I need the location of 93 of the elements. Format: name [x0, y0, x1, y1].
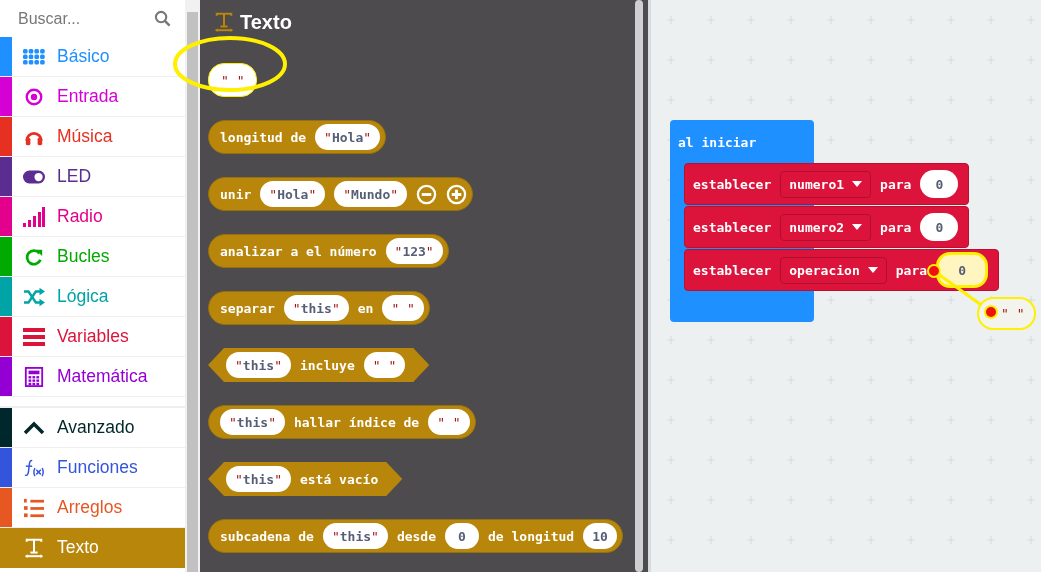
target-icon — [23, 86, 45, 107]
category-label: Avanzado — [57, 417, 135, 438]
category-item[interactable]: LED — [0, 157, 185, 197]
block-label: establecer — [693, 262, 772, 278]
plus-icon[interactable] — [446, 183, 468, 205]
category-item[interactable]: Música — [0, 117, 185, 157]
string-field[interactable]: " " — [977, 297, 1037, 330]
category-label: Bucles — [57, 246, 110, 267]
category-item[interactable]: Radio — [0, 197, 185, 237]
string-field[interactable]: "123" — [385, 238, 443, 264]
category-item[interactable]: Variables — [0, 317, 185, 357]
category-label: Arreglos — [57, 497, 123, 518]
block-label: desde — [396, 528, 437, 544]
scrollbar[interactable] — [635, 0, 643, 572]
refresh-icon — [23, 246, 45, 267]
category-label: Funciones — [57, 457, 138, 478]
minus-icon[interactable] — [416, 183, 438, 205]
block-label: hallar índice de — [293, 414, 420, 430]
category-item[interactable]: Avanzado — [0, 408, 185, 448]
block-label: longitud de — [220, 129, 307, 145]
scrollbar[interactable] — [185, 0, 200, 572]
block-label: de longitud — [488, 528, 575, 544]
code-block[interactable]: "this" incluye " " — [208, 348, 430, 382]
caret-icon — [852, 181, 863, 187]
string-field[interactable]: "this" — [283, 295, 349, 321]
connection-dot — [927, 264, 941, 278]
text-icon — [23, 537, 45, 558]
number-field[interactable]: 0 — [445, 523, 480, 549]
number-field[interactable]: 0 — [920, 213, 959, 241]
block-label: al iniciar — [678, 135, 757, 150]
block-label: analizar a el número — [220, 243, 377, 259]
string-field[interactable]: " " — [428, 409, 470, 435]
function-icon — [23, 457, 45, 478]
string-field[interactable]: "this" — [322, 523, 388, 549]
category-label: Básico — [57, 46, 110, 67]
string-field[interactable]: "Hola" — [260, 181, 326, 207]
variable-dropdown[interactable]: operacion — [780, 256, 887, 284]
code-block[interactable]: separar "this" en " " — [208, 291, 430, 325]
string-field[interactable]: " " — [363, 352, 406, 378]
string-field[interactable]: "this" — [226, 466, 291, 492]
search-field[interactable]: Buscar... — [18, 9, 138, 28]
code-block[interactable]: establecer numero1 para 0 — [684, 163, 970, 205]
category-label: Variables — [57, 326, 129, 347]
shuffle-icon — [23, 286, 45, 307]
block-label: establecer — [693, 176, 772, 192]
block-label: separar — [220, 300, 275, 316]
number-field[interactable]: 0 — [936, 252, 989, 288]
block-label: incluye — [299, 357, 355, 373]
flyout-title: Texto — [240, 10, 292, 34]
code-block[interactable]: "this" hallar índice de " " — [208, 405, 476, 439]
string-field[interactable]: "this" — [220, 409, 285, 435]
variable-dropdown[interactable]: numero2 — [780, 213, 872, 241]
numbered-list-icon — [23, 497, 45, 518]
string-field[interactable]: "Hola" — [315, 124, 381, 150]
code-block[interactable]: establecer operacion para 0 — [684, 249, 1000, 291]
variable-dropdown[interactable]: numero1 — [780, 170, 872, 198]
block-label: en — [357, 300, 374, 316]
category-item[interactable]: Funciones — [0, 448, 185, 488]
block-label: para — [880, 219, 912, 235]
category-label: LED — [57, 166, 92, 187]
category-item[interactable]: Entrada — [0, 77, 185, 117]
calculator-icon — [23, 366, 45, 387]
block-label: subcadena de — [220, 528, 314, 544]
block-label: para — [880, 176, 912, 192]
category-label: Música — [57, 126, 113, 147]
string-field[interactable]: "Mundo" — [334, 181, 408, 207]
code-block[interactable]: "this" está vacío — [208, 462, 403, 496]
code-block[interactable]: establecer numero2 para 0 — [684, 206, 970, 248]
category-label: Texto — [57, 537, 99, 558]
code-block[interactable]: subcadena de "this" desde 0 de longitud 10 — [208, 519, 624, 553]
list-icon — [23, 326, 45, 347]
grid-icon — [23, 46, 45, 67]
number-field[interactable]: 0 — [920, 170, 959, 198]
block-label: unir — [220, 186, 252, 202]
number-field[interactable]: 10 — [583, 523, 618, 549]
category-label: Entrada — [57, 86, 119, 107]
block-label: para — [895, 262, 928, 278]
text-icon — [214, 11, 234, 33]
code-block[interactable]: analizar a el número "123" — [208, 234, 449, 268]
code-block[interactable]: longitud de "Hola" — [208, 120, 387, 154]
category-label: Matemática — [57, 366, 148, 387]
search-icon[interactable] — [154, 10, 171, 27]
signal-icon — [23, 206, 45, 227]
string-field[interactable]: "this" — [226, 352, 291, 378]
caret-icon — [852, 224, 863, 230]
category-label: Lógica — [57, 286, 109, 307]
category-item[interactable]: Matemática — [0, 357, 185, 397]
caret-icon — [867, 267, 878, 273]
category-label: Radio — [57, 206, 103, 227]
block-label: establecer — [693, 219, 772, 235]
block-label: está vacío — [299, 471, 379, 487]
string-field[interactable]: " " — [382, 295, 424, 321]
code-block[interactable]: unir "Hola" "Mundo" — [208, 177, 474, 211]
